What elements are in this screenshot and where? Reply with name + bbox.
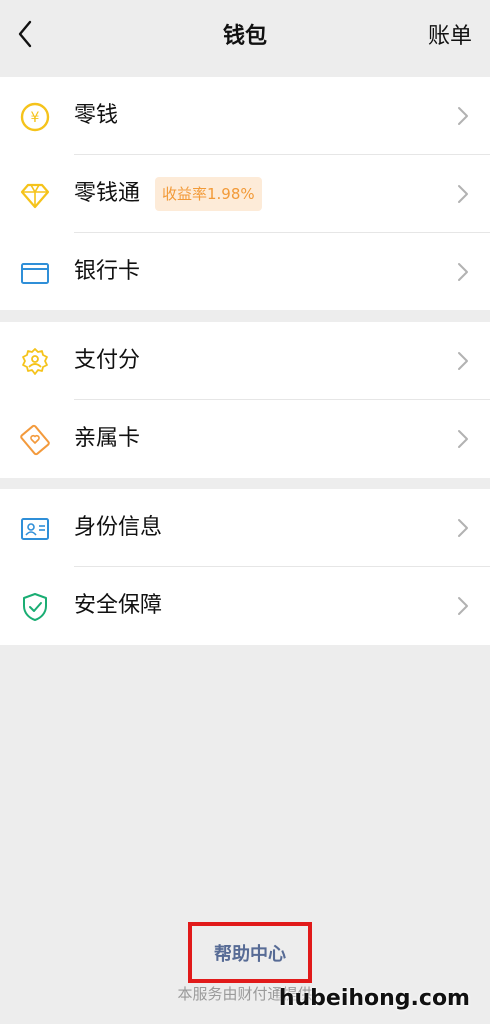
payscore-badge-icon <box>19 346 51 378</box>
bill-button[interactable]: 账单 <box>428 18 472 50</box>
list-item-label: 零钱通 <box>74 181 141 206</box>
list-item-label: 银行卡 <box>74 259 141 284</box>
list-item-label: 支付分 <box>74 348 141 373</box>
bank-card-icon <box>19 257 51 289</box>
list-item-label: 亲属卡 <box>74 426 141 451</box>
list-item-label: 安全保障 <box>74 593 163 618</box>
top-bar: 钱包 账单 <box>0 0 490 68</box>
wallet-group-security: 身份信息 安全保障 <box>0 489 490 645</box>
chevron-right-icon <box>458 597 468 615</box>
help-center-highlight: 帮助中心 <box>188 922 312 983</box>
list-item-change[interactable]: ¥ 零钱 <box>0 77 490 155</box>
shield-check-icon <box>19 591 51 623</box>
list-item-security[interactable]: 安全保障 <box>0 567 490 645</box>
yield-rate-badge: 收益率1.98% <box>155 177 262 211</box>
yuan-coin-icon: ¥ <box>19 101 51 133</box>
id-card-icon <box>19 513 51 545</box>
diamond-icon <box>19 179 51 211</box>
site-watermark: hubeihong.com <box>278 986 470 1011</box>
svg-text:¥: ¥ <box>31 110 40 126</box>
list-item-identity[interactable]: 身份信息 <box>0 489 490 567</box>
page-title: 钱包 <box>222 24 267 49</box>
list-item-label: 零钱 <box>74 103 119 128</box>
chevron-right-icon <box>458 185 468 203</box>
help-center-link[interactable]: 帮助中心 <box>214 940 286 966</box>
list-item-payscore[interactable]: 支付分 <box>0 322 490 400</box>
chevron-right-icon <box>458 519 468 537</box>
family-card-icon <box>19 424 51 456</box>
chevron-right-icon <box>458 263 468 281</box>
list-item-label: 身份信息 <box>74 515 163 540</box>
chevron-right-icon <box>458 430 468 448</box>
chevron-right-icon <box>458 352 468 370</box>
wallet-group-cards: 支付分 亲属卡 <box>0 322 490 478</box>
chevron-right-icon <box>458 107 468 125</box>
list-item-bank-card[interactable]: 银行卡 <box>0 233 490 311</box>
list-item-family-card[interactable]: 亲属卡 <box>0 400 490 478</box>
